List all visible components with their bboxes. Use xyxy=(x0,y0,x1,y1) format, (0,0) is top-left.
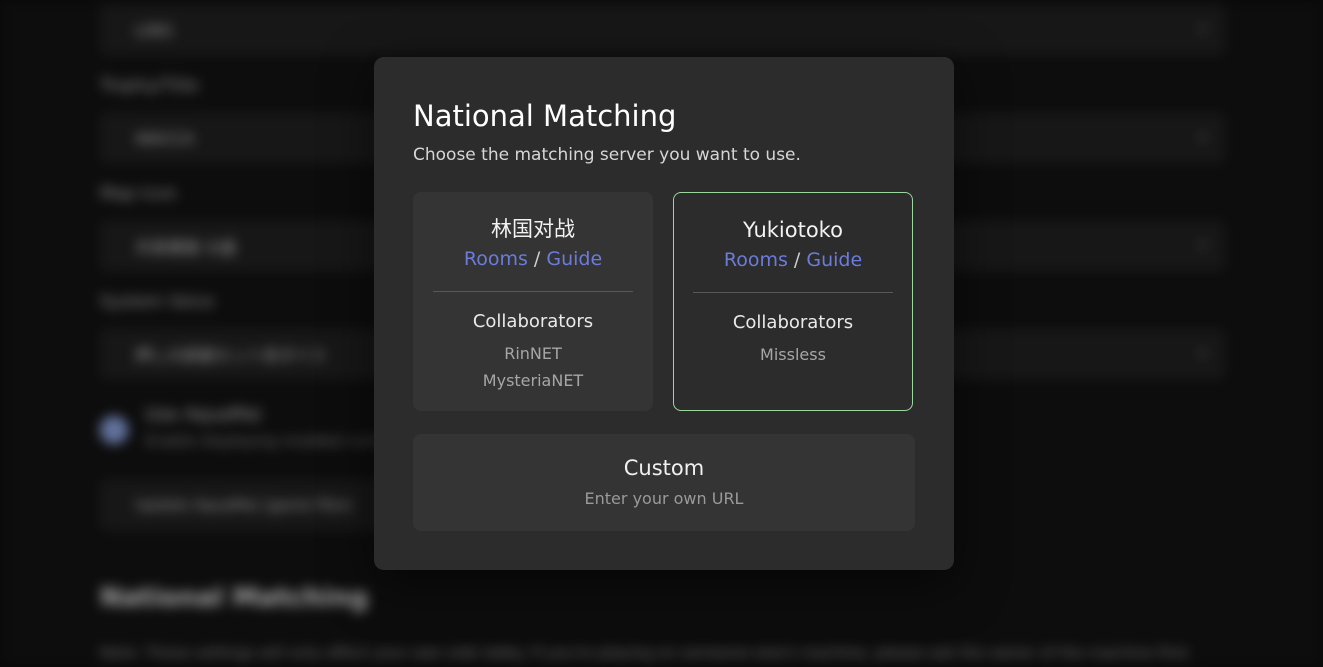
screen: LING ▾ Trophy/Title WACCA ▾ Map Icon 天真爛… xyxy=(0,0,1323,667)
custom-server-card[interactable]: Custom Enter your own URL xyxy=(413,434,915,531)
server-links: Rooms / Guide xyxy=(674,249,912,271)
collaborator-item: MysteriaNET xyxy=(413,367,653,394)
custom-card-title: Custom xyxy=(413,456,915,480)
server-card-linguoduizhan[interactable]: 林国对战 Rooms / Guide Collaborators RinNET … xyxy=(413,192,653,411)
rooms-link[interactable]: Rooms xyxy=(464,248,528,270)
collaborators-heading: Collaborators xyxy=(413,311,653,332)
collaborators-list: RinNET MysteriaNET xyxy=(413,340,653,394)
link-separator: / xyxy=(788,249,806,271)
server-name: Yukiotoko xyxy=(674,218,912,242)
custom-card-subtitle: Enter your own URL xyxy=(413,489,915,508)
collaborator-item: Missless xyxy=(674,341,912,368)
collaborators-heading: Collaborators xyxy=(674,312,912,333)
server-card-yukiotoko-selected[interactable]: Yukiotoko Rooms / Guide Collaborators Mi… xyxy=(673,192,913,411)
national-matching-modal: National Matching Choose the matching se… xyxy=(374,57,954,570)
collaborator-item: RinNET xyxy=(413,340,653,367)
guide-link[interactable]: Guide xyxy=(806,249,862,271)
card-divider xyxy=(693,292,893,293)
modal-subtitle: Choose the matching server you want to u… xyxy=(413,145,915,165)
rooms-link[interactable]: Rooms xyxy=(724,249,788,271)
server-links: Rooms / Guide xyxy=(413,248,653,270)
modal-title: National Matching xyxy=(413,101,915,131)
link-separator: / xyxy=(528,248,546,270)
server-name: 林国对战 xyxy=(413,217,653,241)
collaborators-list: Missless xyxy=(674,341,912,368)
server-cards: 林国对战 Rooms / Guide Collaborators RinNET … xyxy=(413,192,915,411)
card-divider xyxy=(433,291,633,292)
guide-link[interactable]: Guide xyxy=(546,248,602,270)
